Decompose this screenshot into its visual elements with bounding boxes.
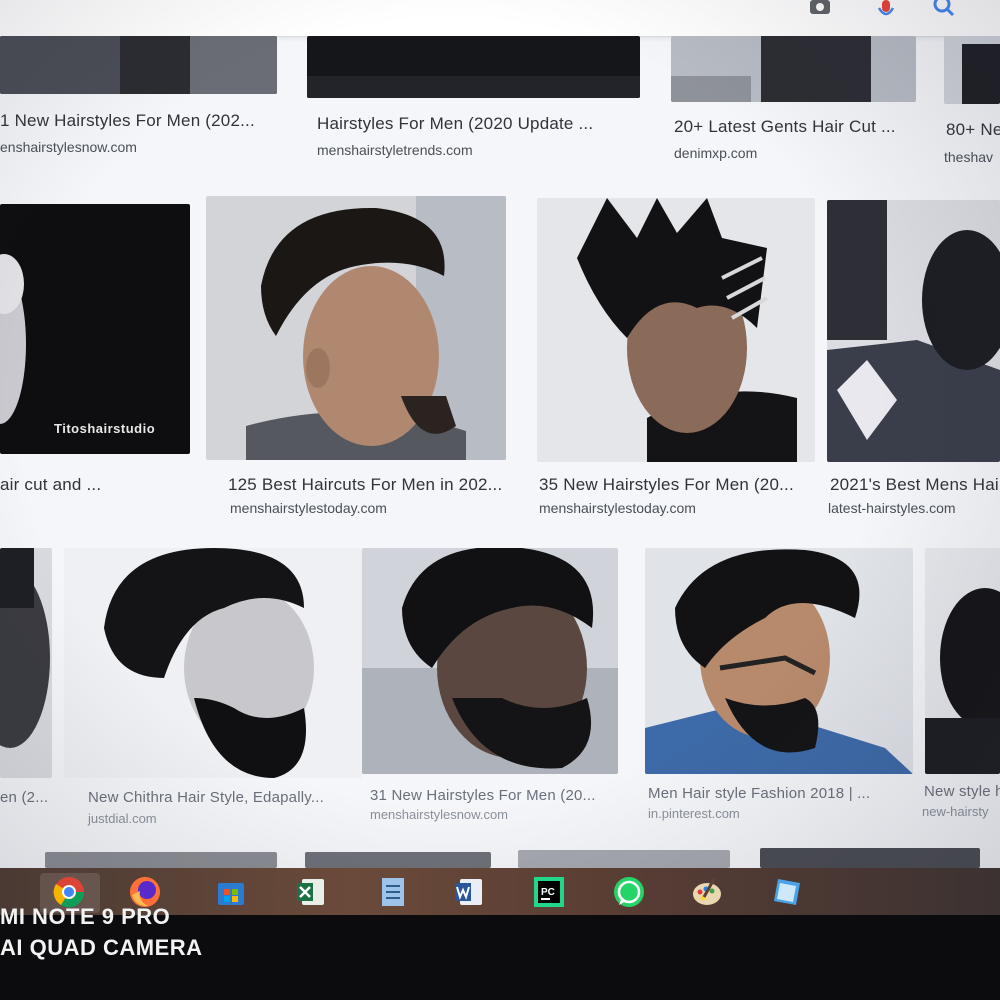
image-result-tile[interactable] — [0, 36, 277, 94]
result-title[interactable]: Hairstyles For Men (2020 Update ... — [317, 114, 593, 134]
image-result-tile[interactable] — [671, 36, 916, 102]
image-result-tile[interactable] — [305, 852, 491, 868]
image-result-tile[interactable] — [206, 196, 506, 460]
result-domain[interactable]: latest-hairstyles.com — [828, 500, 956, 516]
result-title[interactable]: air cut and ... — [0, 475, 101, 495]
image-result-tile[interactable] — [0, 204, 190, 454]
camera-watermark-camera: AI QUAD CAMERA — [0, 935, 203, 960]
store-icon[interactable] — [214, 875, 248, 909]
result-domain[interactable]: menshairstylestoday.com — [539, 500, 696, 516]
result-thumbnail — [64, 548, 362, 778]
result-title[interactable]: New Chithra Hair Style, Edapally... — [88, 789, 324, 806]
result-thumbnail — [944, 36, 1000, 104]
result-title[interactable]: 20+ Latest Gents Hair Cut ... — [674, 117, 896, 137]
search-bar[interactable] — [0, 0, 1000, 37]
result-domain[interactable]: menshairstyletrends.com — [317, 142, 473, 158]
image-result-tile[interactable] — [45, 852, 277, 868]
result-thumbnail — [362, 548, 618, 774]
image-result-tile[interactable] — [537, 198, 815, 462]
image-result-tile[interactable] — [827, 200, 1000, 462]
result-thumbnail — [925, 548, 1000, 774]
result-thumbnail — [206, 196, 506, 460]
notes-icon[interactable] — [770, 875, 804, 909]
image-result-tile[interactable] — [760, 848, 980, 868]
result-thumbnail — [827, 200, 1000, 462]
image-result-tile[interactable] — [0, 548, 52, 778]
word-icon[interactable] — [452, 875, 486, 909]
search-icon[interactable] — [930, 0, 958, 26]
svg-text:PC: PC — [541, 887, 555, 898]
result-thumbnail — [645, 548, 913, 774]
result-title[interactable]: Men Hair style Fashion 2018 | ... — [648, 785, 870, 802]
image-result-tile[interactable] — [362, 548, 618, 774]
paint-icon[interactable] — [690, 875, 724, 909]
result-domain[interactable]: enshairstylesnow.com — [0, 139, 137, 155]
result-title[interactable]: 2021's Best Mens Hair — [830, 475, 1000, 495]
result-domain[interactable]: menshairstylestoday.com — [230, 500, 387, 516]
result-thumbnail — [0, 36, 277, 94]
result-title[interactable]: 35 New Hairstyles For Men (20... — [539, 475, 794, 495]
image-result-tile[interactable] — [925, 548, 1000, 774]
whatsapp-icon[interactable] — [612, 875, 646, 909]
camera-watermark-model: MI NOTE 9 PRO — [0, 904, 171, 929]
result-title[interactable]: 1 New Hairstyles For Men (202... — [0, 111, 255, 131]
result-domain[interactable]: new-hairsty — [922, 804, 988, 819]
result-thumbnail — [307, 36, 640, 98]
result-title[interactable]: 31 New Hairstyles For Men (20... — [370, 787, 596, 804]
result-thumbnail — [537, 198, 815, 462]
image-result-tile[interactable] — [645, 548, 913, 774]
pycharm-icon[interactable]: PC — [532, 875, 566, 909]
image-result-tile[interactable] — [307, 36, 640, 98]
result-title[interactable]: 125 Best Haircuts For Men in 202... — [228, 475, 502, 495]
result-domain[interactable]: denimxp.com — [674, 145, 757, 161]
result-title[interactable]: en (2... — [0, 789, 48, 806]
notepad-icon[interactable] — [376, 875, 410, 909]
image-result-tile[interactable] — [518, 850, 730, 868]
result-thumbnail — [0, 548, 52, 778]
image-watermark: Titoshairstudio — [54, 421, 156, 436]
excel-icon[interactable] — [294, 875, 328, 909]
result-thumbnail — [0, 204, 190, 454]
result-title[interactable]: New style h — [924, 783, 1000, 800]
camera-search-icon[interactable] — [806, 0, 834, 22]
result-thumbnail — [671, 36, 916, 102]
browser-screen: 1 New Hairstyles For Men (202... enshair… — [0, 0, 1000, 915]
result-domain[interactable]: menshairstylesnow.com — [370, 807, 508, 822]
image-result-tile[interactable] — [944, 36, 1000, 104]
result-domain[interactable]: justdial.com — [88, 811, 157, 826]
result-domain[interactable]: in.pinterest.com — [648, 806, 740, 821]
voice-search-icon[interactable] — [874, 0, 898, 24]
image-result-tile[interactable] — [64, 548, 362, 778]
result-domain[interactable]: theshav — [944, 149, 993, 165]
result-title[interactable]: 80+ Ne — [946, 120, 1000, 140]
